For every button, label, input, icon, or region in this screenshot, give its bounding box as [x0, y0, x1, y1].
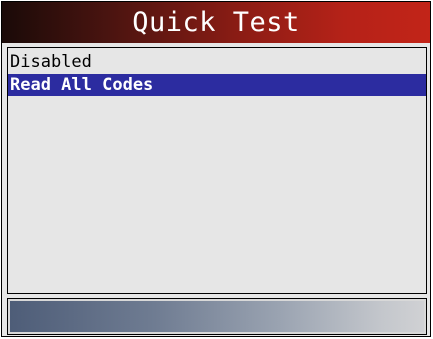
- status-bar: [10, 301, 424, 332]
- menu-item-read-all-codes[interactable]: Read All Codes: [8, 74, 426, 96]
- status-panel: [7, 298, 427, 335]
- screen-title: Quick Test: [2, 2, 430, 43]
- menu-item-disabled[interactable]: Disabled: [8, 51, 426, 73]
- scan-tool-screen: Quick Test Disabled Read All Codes: [1, 1, 431, 337]
- menu-list: Disabled Read All Codes: [7, 47, 427, 294]
